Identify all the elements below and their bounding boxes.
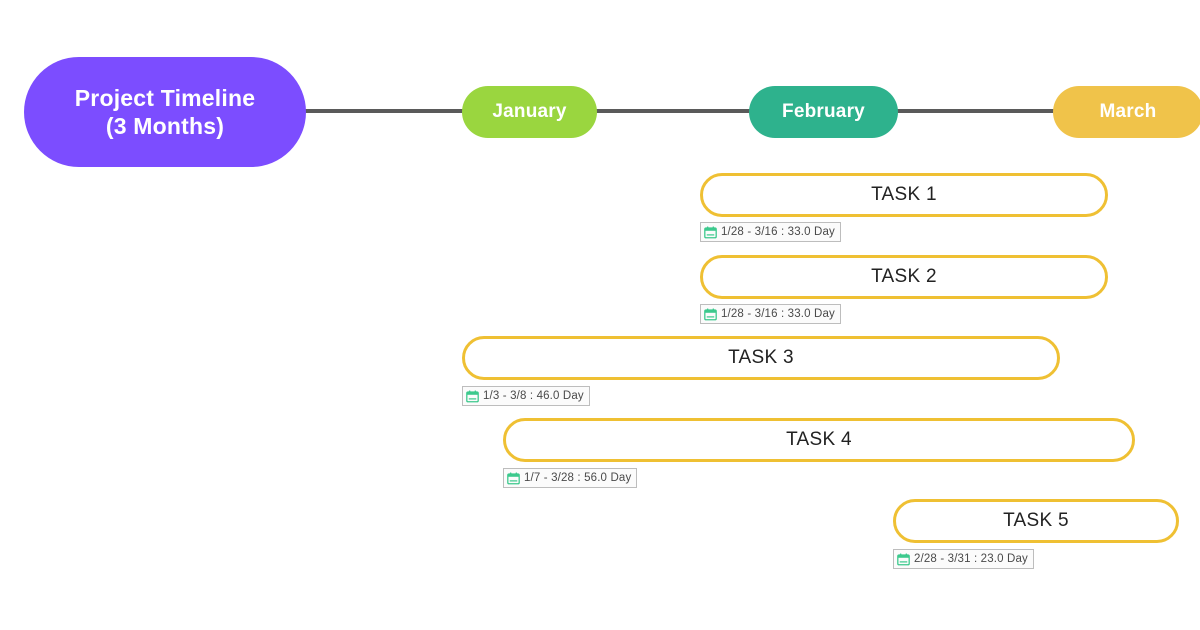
task-bar[interactable]: TASK 5	[893, 499, 1179, 543]
task-label: TASK 1	[871, 184, 937, 205]
project-title-line-1: Project Timeline	[74, 84, 256, 111]
task-date-text: 1/28 - 3/16 : 33.0 Day	[721, 226, 835, 238]
task-label: TASK 4	[786, 429, 852, 450]
task-date-text: 1/3 - 3/8 : 46.0 Day	[483, 390, 584, 402]
task-date-text: 2/28 - 3/31 : 23.0 Day	[914, 553, 1028, 565]
calendar-icon	[507, 471, 520, 485]
task-date-badge: 1/28 - 3/16 : 33.0 Day	[700, 304, 841, 324]
project-title-line-2: (3 Months)	[105, 113, 225, 139]
project-title-pill[interactable]: Project Timeline (3 Months)	[24, 57, 306, 167]
month-pill-january[interactable]: January	[462, 86, 597, 138]
task-bar[interactable]: TASK 1	[700, 173, 1108, 217]
task-bar[interactable]: TASK 4	[503, 418, 1135, 462]
month-label-february: February	[782, 101, 865, 122]
month-pill-march[interactable]: March	[1053, 86, 1200, 138]
task-bar[interactable]: TASK 3	[462, 336, 1060, 380]
task-date-badge: 1/3 - 3/8 : 46.0 Day	[462, 386, 590, 406]
timeline-spine-segment-1	[300, 109, 468, 113]
month-pill-february[interactable]: February	[749, 86, 898, 138]
month-label-march: March	[1099, 101, 1157, 122]
task-label: TASK 3	[728, 347, 794, 368]
timeline-spine-segment-2	[591, 109, 755, 113]
calendar-icon	[704, 225, 717, 239]
timeline-canvas: Project Timeline (3 Months) January Febr…	[0, 0, 1200, 630]
task-date-text: 1/28 - 3/16 : 33.0 Day	[721, 308, 835, 320]
task-date-text: 1/7 - 3/28 : 56.0 Day	[524, 472, 632, 484]
task-label: TASK 2	[871, 266, 937, 287]
task-date-badge: 2/28 - 3/31 : 23.0 Day	[893, 549, 1034, 569]
calendar-icon	[466, 389, 479, 403]
task-label: TASK 5	[1003, 510, 1069, 531]
timeline-spine-segment-3	[892, 109, 1059, 113]
month-label-january: January	[492, 101, 567, 122]
task-date-badge: 1/28 - 3/16 : 33.0 Day	[700, 222, 841, 242]
task-date-badge: 1/7 - 3/28 : 56.0 Day	[503, 468, 638, 488]
task-bar[interactable]: TASK 2	[700, 255, 1108, 299]
calendar-icon	[704, 307, 717, 321]
calendar-icon	[897, 552, 910, 566]
